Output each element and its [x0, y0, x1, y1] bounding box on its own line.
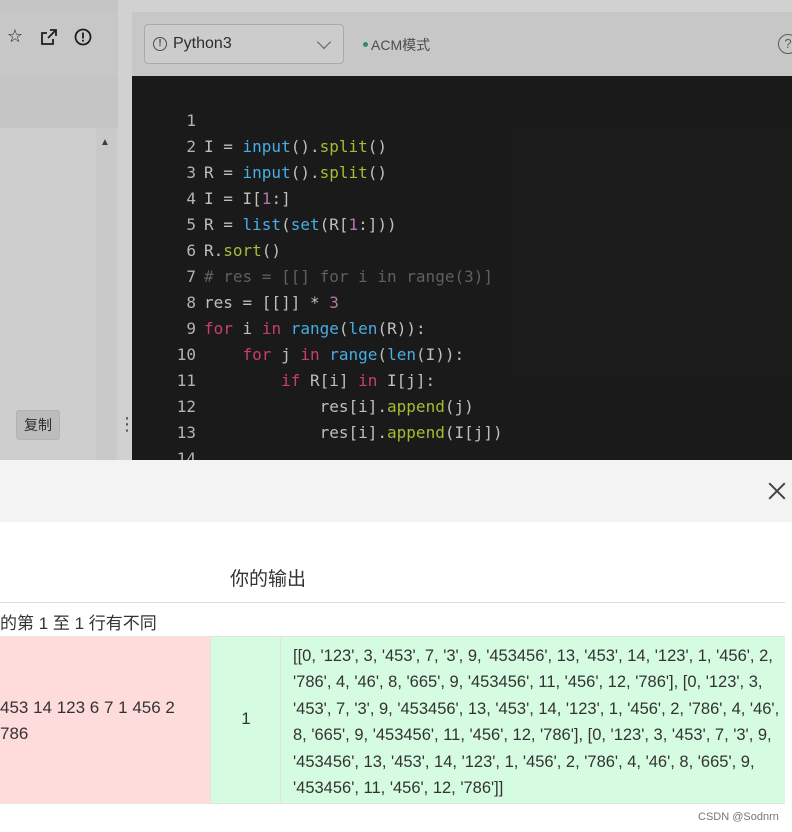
your-output-text: [[0, '123', 3, '453', 7, '3', 9, '453456… — [293, 647, 780, 798]
your-output-cell: [[0, '123', 3, '453', 7, '3', 9, '453456… — [280, 637, 785, 803]
close-icon[interactable] — [764, 478, 790, 504]
divider — [0, 602, 785, 603]
diff-message: 的第 1 至 1 行有不同 — [0, 614, 157, 633]
expected-output-cell: 453 14 123 6 7 1 456 2 786 — [0, 637, 210, 803]
editor-area: ☆ ▲ 复制 ⋮ ! Python3 ACM模式 ? 1 I = input()… — [0, 0, 792, 460]
divider — [0, 803, 785, 804]
modal-backdrop[interactable] — [0, 0, 792, 460]
watermark: CSDN @Sodnrn — [698, 811, 779, 823]
your-output-header: 你的输出 — [230, 569, 307, 590]
result-dialog: 你的输出 的第 1 至 1 行有不同 453 14 123 6 7 1 456 … — [0, 460, 792, 832]
dialog-header — [0, 460, 792, 522]
line-number-value: 1 — [241, 709, 251, 728]
expected-output-text: 453 14 123 6 7 1 456 2 786 — [0, 698, 175, 743]
line-number-cell: 1 — [210, 637, 280, 803]
